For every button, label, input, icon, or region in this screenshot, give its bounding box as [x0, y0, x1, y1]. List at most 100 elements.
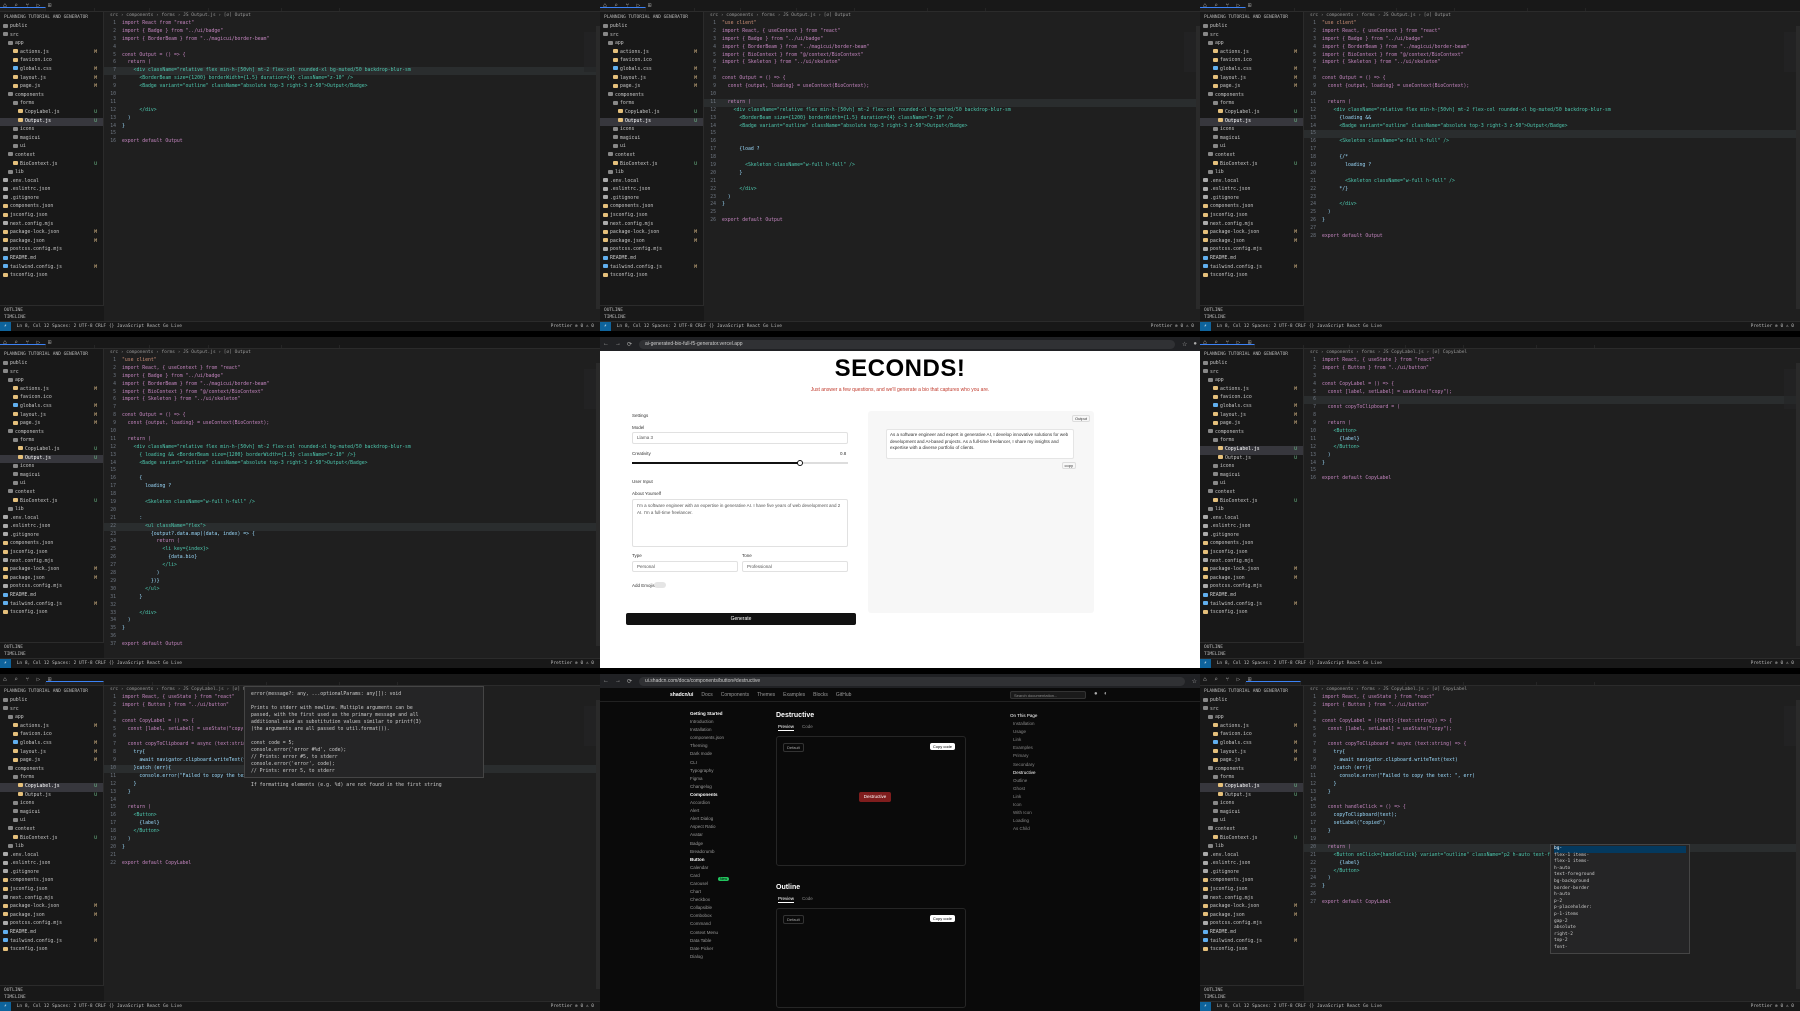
tree-item[interactable]: ui	[0, 480, 103, 489]
code-line[interactable]: 21	[104, 852, 600, 860]
code-line[interactable]: 6	[1304, 733, 1800, 741]
code-line[interactable]: 5 import { BioContext } from "@/context/B…	[1304, 52, 1800, 60]
outline-panel[interactable]: OUTLINE TIMELINE	[0, 985, 104, 1001]
outline-panel[interactable]: OUTLINE TIMELINE	[600, 305, 704, 321]
suggestion-item[interactable]: text-foreground	[1554, 872, 1686, 879]
tree-item[interactable]: src	[0, 369, 103, 378]
code-line[interactable]: 17 loading ?	[104, 483, 600, 491]
code-line[interactable]: 12 <div className="relative flex min-h-[…	[104, 444, 600, 452]
code-line[interactable]: 35}	[104, 625, 600, 633]
tree-item[interactable]: tailwind.config.js M	[1200, 601, 1303, 610]
tree-item[interactable]: layout.js M	[0, 412, 103, 421]
scrollbar[interactable]	[1796, 700, 1800, 989]
code-line[interactable]: 28 )	[104, 570, 600, 578]
tree-item[interactable]: components.json	[1200, 540, 1303, 549]
code-line[interactable]: 23	[1304, 194, 1800, 202]
code-line[interactable]: 8 const Output = () => {	[704, 75, 1200, 83]
outline-panel[interactable]: OUTLINE TIMELINE	[1200, 985, 1304, 1001]
tree-item[interactable]: .eslintrc.json	[0, 860, 103, 869]
tree-item[interactable]: globals.css M	[1200, 66, 1303, 75]
tree-item[interactable]: context	[0, 152, 103, 161]
code-editor[interactable]: src › components › forms › JS CopyLabel.…	[104, 686, 600, 1001]
tree-item[interactable]: context	[1200, 826, 1303, 835]
suggestion-item[interactable]: bg-background	[1554, 879, 1686, 886]
back-icon[interactable]: ←	[603, 678, 609, 684]
tree-item[interactable]: favicon.ico	[0, 394, 103, 403]
tree-item[interactable]: globals.css M	[0, 66, 103, 75]
tree-item[interactable]: forms	[1200, 774, 1303, 783]
code-line[interactable]: 14 <Badge variant="outline" className="a…	[704, 123, 1200, 131]
code-line[interactable]: 10	[1304, 91, 1800, 99]
tree-item[interactable]: src	[600, 32, 703, 41]
tree-item[interactable]: favicon.ico	[1200, 394, 1303, 403]
code-line[interactable]: 15	[1304, 130, 1800, 139]
status-right[interactable]: Prettier ⊗ 0 ⚠ 0	[1151, 322, 1194, 331]
code-line[interactable]: 3 import { Badge } from "../ui/badge"	[1304, 36, 1800, 44]
tree-item[interactable]: magicui	[1200, 135, 1303, 144]
tree-item[interactable]: Output.js U	[1200, 117, 1303, 127]
tree-item[interactable]: icons	[1200, 800, 1303, 809]
tree-item[interactable]: public	[0, 697, 103, 706]
code-line[interactable]: 31 }	[104, 594, 600, 602]
code-line[interactable]: 16 {	[104, 475, 600, 483]
sidebar-item[interactable]: Date Picker	[690, 945, 760, 953]
tree-item[interactable]: app	[0, 714, 103, 723]
code-line[interactable]: 16 copyToClipboard(text);	[1304, 812, 1800, 820]
reload-icon[interactable]: ⟳	[627, 341, 632, 348]
code-line[interactable]: 19 <Skeleton className="w-full h-full" /…	[704, 162, 1200, 170]
toc-item[interactable]: Outline	[1010, 777, 1080, 785]
code-line[interactable]: 24 </div>	[1304, 201, 1800, 209]
tree-item[interactable]: postcss.config.mjs	[0, 920, 103, 929]
code-line[interactable]: 6 import { Skeleton } from "../ui/skeleto…	[704, 59, 1200, 67]
code-line[interactable]: 7 <div className="relative flex min-h-[5…	[104, 67, 600, 76]
code-line[interactable]: 12 }	[1304, 781, 1800, 789]
sidebar-item[interactable]: Components	[690, 791, 760, 799]
code-line[interactable]: 24 return (	[104, 538, 600, 546]
tree-item[interactable]: package-lock.json M	[1200, 229, 1303, 238]
tree-item[interactable]: components	[600, 92, 703, 101]
code-line[interactable]: 14	[1304, 797, 1800, 805]
tree-item[interactable]: .gitignore	[1200, 532, 1303, 541]
tree-item[interactable]: next.config.mjs	[0, 558, 103, 567]
code-line[interactable]: 26}	[1304, 217, 1800, 225]
copy-button[interactable]: copy	[1061, 462, 1076, 469]
breadcrumb[interactable]: src › components › forms › JS CopyLabel.…	[1304, 686, 1800, 694]
tree-item[interactable]: components.json	[1200, 203, 1303, 212]
tree-item[interactable]: postcss.config.mjs	[0, 246, 103, 255]
code-line[interactable]: 1 "use client"	[704, 20, 1200, 28]
tree-item[interactable]: components	[0, 92, 103, 101]
tree-item[interactable]: context	[600, 152, 703, 161]
code-line[interactable]: 5 import { BioContext } from "@/context/B…	[104, 389, 600, 397]
outline-panel[interactable]: OUTLINE TIMELINE	[0, 305, 104, 321]
tree-item[interactable]: context	[0, 826, 103, 835]
sidebar-item[interactable]: Introduction	[690, 718, 760, 726]
toc-item[interactable]: Loading	[1010, 817, 1080, 825]
title-actions-icon[interactable]: ⌂ ⌕ ⑂ ▷ ⊞	[3, 339, 54, 346]
toc-item[interactable]: Secondary	[1010, 761, 1080, 769]
tree-item[interactable]: next.config.mjs	[0, 221, 103, 230]
title-actions-icon[interactable]: ⌂ ⌕ ⑂ ▷ ⊞	[1203, 2, 1254, 9]
tree-item[interactable]: app	[1200, 377, 1303, 386]
tree-item[interactable]: next.config.mjs	[600, 221, 703, 230]
tree-item[interactable]: favicon.ico	[1200, 731, 1303, 740]
sidebar-item[interactable]: Command	[690, 920, 760, 928]
code-line[interactable]: 25 <li key={index}>	[104, 546, 600, 554]
tree-item[interactable]: package.json M	[600, 238, 703, 247]
code-line[interactable]: 14}	[104, 123, 600, 131]
code-line[interactable]: 13 }	[1304, 789, 1800, 797]
code-line[interactable]: 18	[704, 154, 1200, 162]
code-line[interactable]: 8 const Output = () => {	[104, 412, 600, 420]
tree-item[interactable]: components.json	[0, 877, 103, 886]
tree-item[interactable]: app	[0, 377, 103, 386]
code-editor[interactable]: src › components › forms › JS CopyLabel.…	[1304, 349, 1800, 658]
tree-item[interactable]: postcss.config.mjs	[600, 246, 703, 255]
tree-item[interactable]: globals.css M	[0, 740, 103, 749]
copy-code-button[interactable]: Copy code	[929, 743, 955, 750]
code-line[interactable]: 22 */}	[1304, 186, 1800, 194]
code-line[interactable]: 32	[104, 602, 600, 610]
tree-item[interactable]: postcss.config.mjs	[1200, 920, 1303, 929]
tree-item[interactable]: actions.js M	[0, 723, 103, 732]
generate-button[interactable]: Generate	[626, 613, 856, 625]
code-line[interactable]: 18 </Button>	[104, 828, 600, 836]
code-line[interactable]: 1 import React, { useState } from "react"	[1304, 357, 1800, 365]
